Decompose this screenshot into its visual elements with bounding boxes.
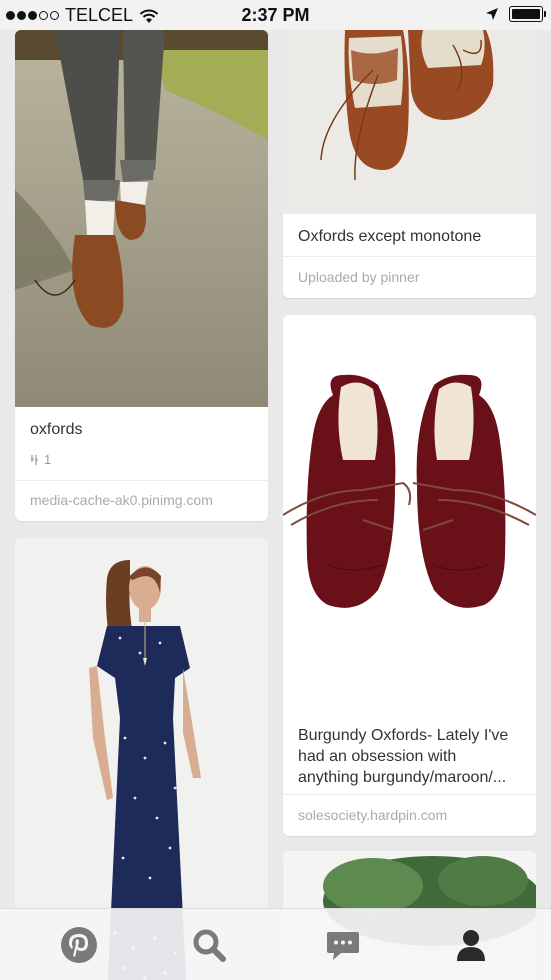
pin-source[interactable]: solesociety.hardpin.com: [298, 807, 447, 823]
status-time: 2:37 PM: [241, 5, 310, 25]
pin-image-legs-oxfords[interactable]: [15, 30, 268, 407]
pin-title-line: had an obsession with: [298, 748, 457, 765]
pin-card-oxfords-monotone[interactable]: Oxfords except monotone Uploaded by pinn…: [283, 30, 536, 298]
repin-count-text: 1: [44, 452, 52, 467]
battery-icon: [509, 6, 546, 22]
pin-title[interactable]: Burgundy Oxfords- Lately I've had an obs…: [298, 725, 522, 788]
pin-title[interactable]: Oxfords except monotone: [298, 226, 522, 247]
tab-profile[interactable]: [451, 925, 491, 965]
pin-card-burgundy-oxfords[interactable]: Burgundy Oxfords- Lately I've had an obs…: [283, 315, 536, 836]
repin-icon: [31, 454, 38, 465]
pin-title-line: anything burgundy/maroon/...: [298, 769, 507, 786]
pin-image-burgundy-oxfords[interactable]: [283, 315, 536, 713]
tab-search[interactable]: [189, 925, 229, 965]
chat-bubble-icon: [327, 932, 359, 960]
tab-bar: [0, 908, 551, 980]
card-divider: [283, 794, 536, 795]
profile-icon: [457, 930, 485, 961]
pin-repin-count: 1: [30, 452, 51, 467]
pin-card-oxfords[interactable]: oxfords 1 media-cache-ak0.pinimg.com: [15, 30, 268, 521]
pin-source[interactable]: Uploaded by pinner: [298, 269, 419, 285]
tab-home[interactable]: [59, 925, 99, 965]
card-divider: [15, 480, 268, 481]
pin-image-two-tone-oxfords[interactable]: [283, 30, 536, 214]
tab-messages[interactable]: [323, 925, 363, 965]
status-bar: TELCEL 2:37 PM: [0, 0, 551, 30]
card-divider: [283, 256, 536, 257]
search-icon: [193, 929, 226, 962]
pinterest-logo-icon: [61, 927, 97, 963]
pin-source[interactable]: media-cache-ak0.pinimg.com: [30, 492, 213, 508]
location-arrow-icon: [486, 8, 498, 20]
pin-feed[interactable]: oxfords 1 media-cache-ak0.pinimg.com Oxf…: [0, 30, 551, 980]
pin-title-line: Burgundy Oxfords- Lately I've: [298, 727, 509, 744]
pin-title[interactable]: oxfords: [30, 419, 254, 440]
